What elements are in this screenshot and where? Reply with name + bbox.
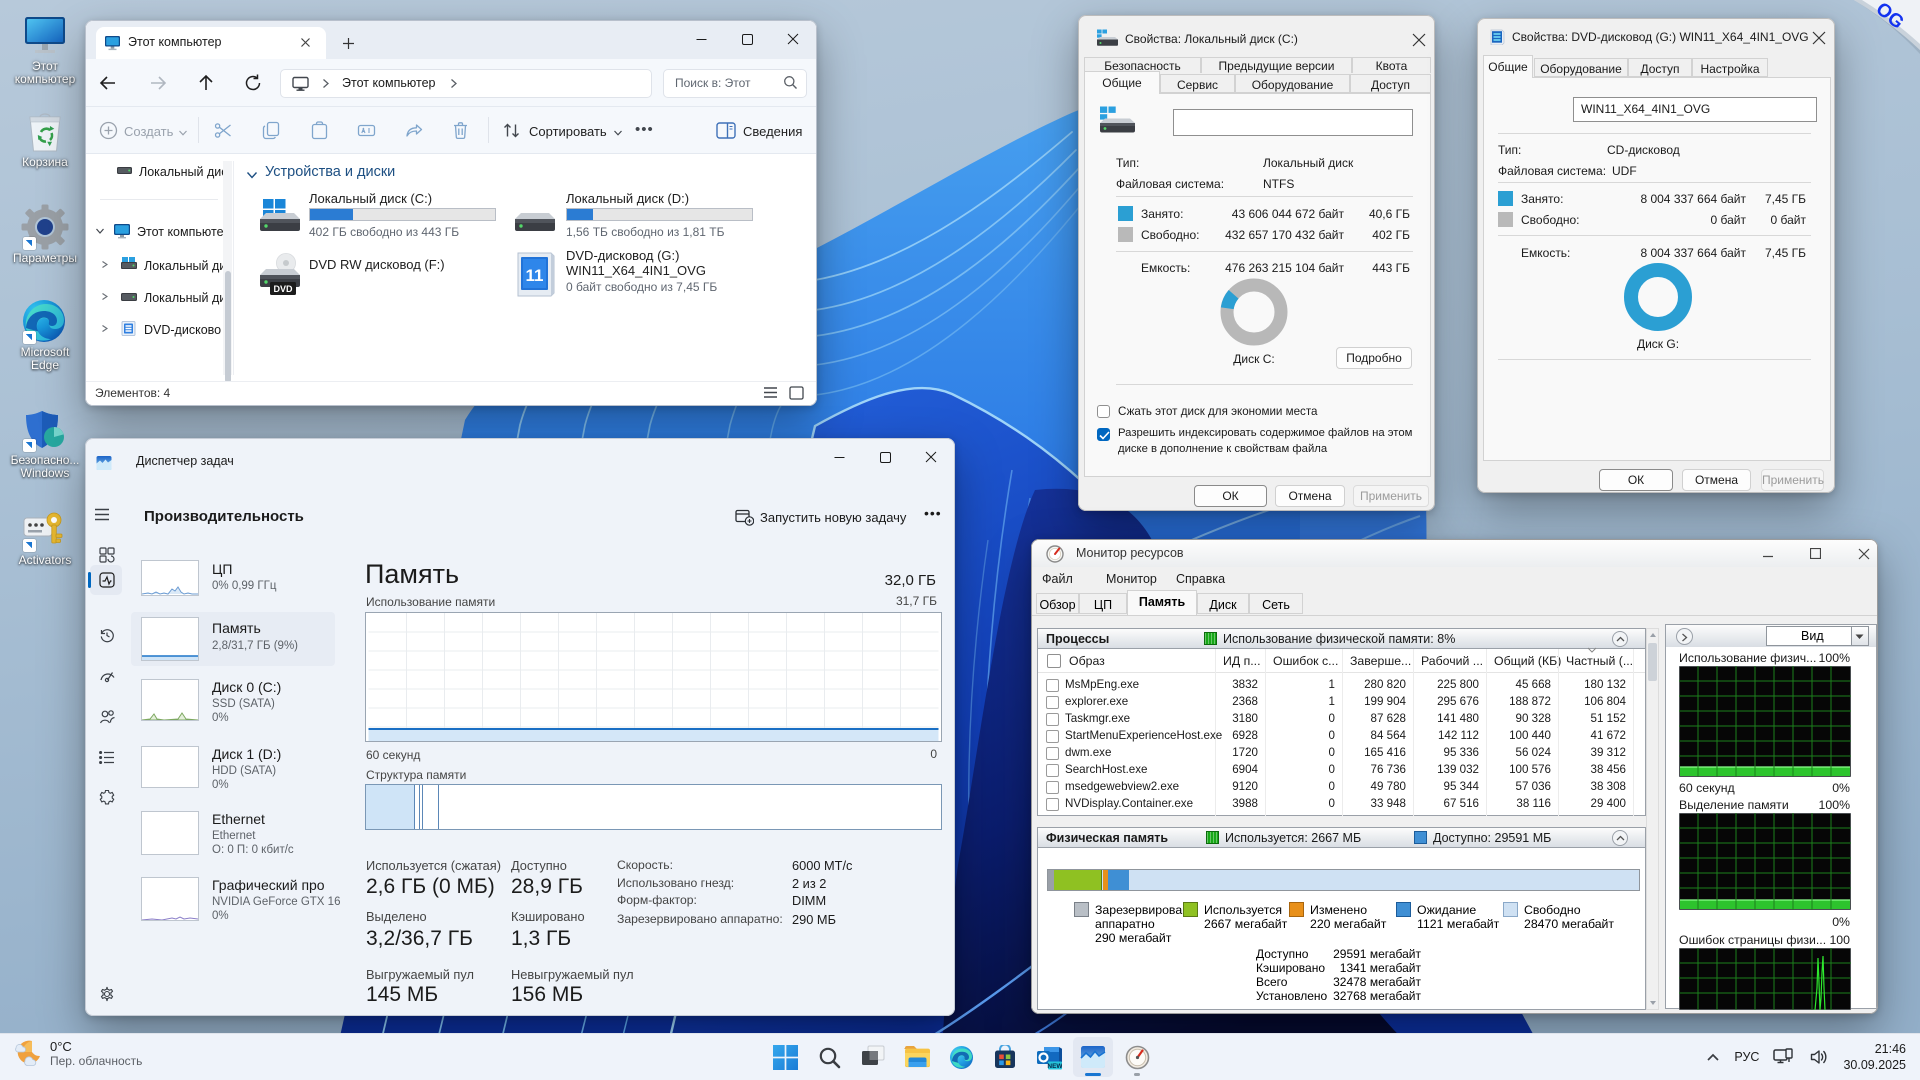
svg-text:11: 11 (526, 266, 544, 285)
svg-text:DVD: DVD (273, 284, 293, 294)
svg-text:NEW: NEW (1047, 1063, 1062, 1070)
